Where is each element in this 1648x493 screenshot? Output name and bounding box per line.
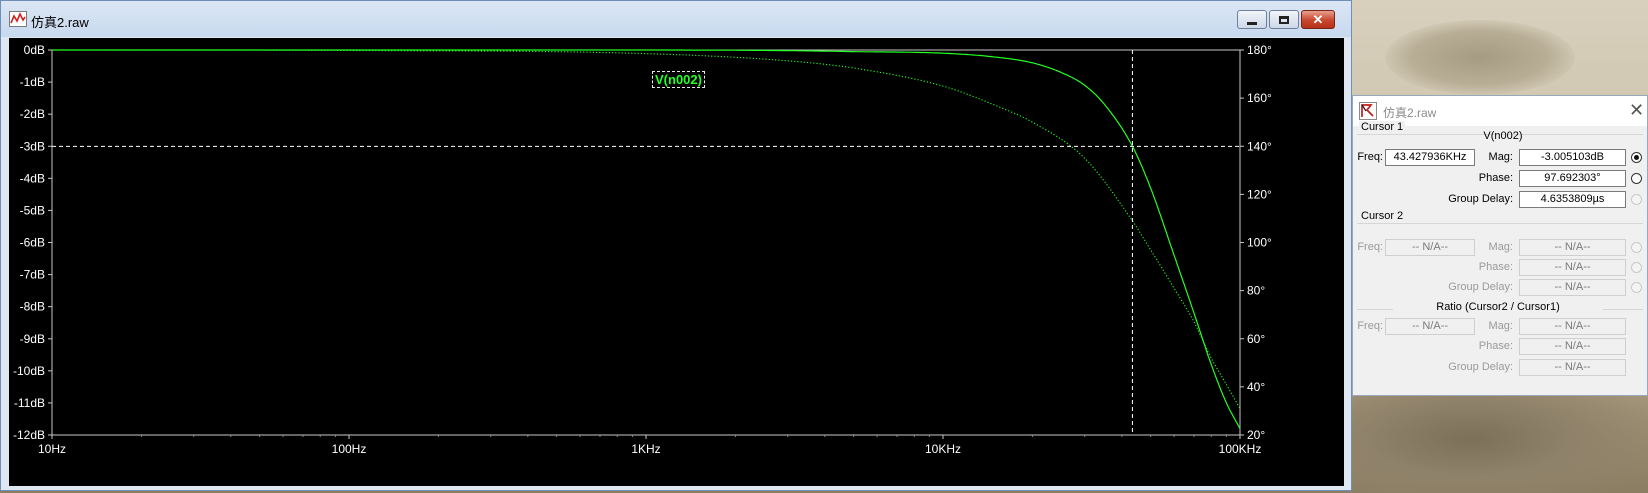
y-left-tick-label: -2dB [20, 107, 45, 121]
ratio-mag-field[interactable]: -- N/A-- [1519, 318, 1626, 335]
window-titlebar[interactable]: 仿真2.raw ✕ [1, 1, 1351, 37]
ratio-phase-field[interactable]: -- N/A-- [1519, 338, 1626, 355]
cursor1-phase-label: Phase: [1478, 172, 1513, 184]
cursor1-group-delay-radio[interactable] [1631, 194, 1642, 205]
phase-trace[interactable] [52, 49, 1241, 409]
dialog-title: 仿真2.raw [1383, 106, 1437, 120]
y-right-tick-label: 160° [1247, 91, 1272, 105]
x-tick-label: 100Hz [332, 442, 367, 456]
y-right-tick-label: 120° [1247, 187, 1272, 201]
cursor1-mag-field[interactable]: -3.005103dB [1519, 149, 1626, 166]
cursor2-phase-radio[interactable] [1631, 262, 1642, 273]
y-left-tick-label: -8dB [20, 300, 45, 314]
minimize-button[interactable] [1237, 10, 1267, 29]
cursor1-trace-name: V(n002) [1483, 130, 1523, 142]
y-right-tick-label: 40° [1247, 380, 1265, 394]
cursor1-mag-label: Mag: [1488, 151, 1513, 163]
y-right-tick-label: 20° [1247, 428, 1265, 442]
y-left-tick-label: -6dB [20, 236, 45, 250]
cursor2-group-delay-field[interactable]: -- N/A-- [1519, 279, 1626, 296]
cursor2-group [1357, 223, 1643, 224]
cursor2-phase-field[interactable]: -- N/A-- [1519, 259, 1626, 276]
cursor-app-icon [1359, 102, 1377, 120]
wallpaper-pattern [1350, 395, 1648, 493]
y-left-tick-label: -9dB [20, 332, 45, 346]
window-title: 仿真2.raw [31, 15, 89, 30]
y-left-tick-label: -10dB [13, 364, 45, 378]
ratio-group-label: Ratio (Cursor2 / Cursor1) [1393, 301, 1603, 313]
magnitude-trace[interactable] [52, 49, 1241, 429]
cursor1-group-label: Cursor 1 [1359, 121, 1406, 133]
y-right-tick-label: 180° [1247, 43, 1272, 57]
ratio-mag-label: Mag: [1488, 320, 1513, 332]
ratio-freq-field[interactable]: -- N/A-- [1385, 318, 1475, 335]
waveform-app-icon [9, 11, 27, 27]
wallpaper-pattern [1385, 20, 1575, 95]
waveform-window[interactable]: 仿真2.raw ✕ 0dB -1dB -2dB -3dB -4dB -5dB -6dB -7d… [0, 0, 1352, 491]
y-right-tick-label: 80° [1247, 284, 1265, 298]
y-left-tick-label: -11dB [14, 396, 45, 410]
y-left-tick-label: -5dB [20, 203, 45, 217]
y-right-tick-label: 140° [1247, 139, 1272, 153]
cursor1-phase-field[interactable]: 97.692303° [1519, 170, 1626, 187]
cursor2-freq-field[interactable]: -- N/A-- [1385, 239, 1475, 256]
x-tick-label: 100KHz [1219, 442, 1262, 456]
minimize-icon [1247, 21, 1257, 25]
cursor-dialog[interactable]: 仿真2.raw ✕ Cursor 1 V(n002) Freq: 43.4279… [1352, 95, 1648, 396]
cursor2-mag-radio[interactable] [1631, 242, 1642, 253]
cursor2-mag-label: Mag: [1488, 241, 1513, 253]
y-right-tick-label: 60° [1247, 332, 1265, 346]
x-tick-label: 10Hz [38, 442, 66, 456]
cursor1-mag-radio[interactable] [1631, 152, 1642, 163]
ratio-group-delay-label: Group Delay: [1448, 361, 1513, 373]
plot-panel[interactable]: 0dB -1dB -2dB -3dB -4dB -5dB -6dB -7dB -8dB -9dB -… [9, 38, 1344, 486]
cursor1-phase-radio[interactable] [1631, 173, 1642, 184]
ratio-group-delay-field[interactable]: -- N/A-- [1519, 359, 1626, 376]
y-left-tick-label: -12dB [13, 428, 45, 442]
x-tick-label: 10KHz [925, 442, 961, 456]
cursor1-freq-field[interactable]: 43.427936KHz [1385, 149, 1475, 166]
close-button[interactable]: ✕ [1301, 10, 1335, 29]
bode-plot[interactable]: 0dB -1dB -2dB -3dB -4dB -5dB -6dB -7dB -8dB -9dB -… [9, 38, 1344, 486]
cursor2-freq-label: Freq: [1357, 241, 1383, 253]
y-left-tick-label: -7dB [20, 268, 45, 282]
cursor2-mag-field[interactable]: -- N/A-- [1519, 239, 1626, 256]
cursor2-group-label: Cursor 2 [1359, 210, 1406, 222]
ratio-freq-label: Freq: [1357, 320, 1383, 332]
maximize-button[interactable] [1269, 10, 1299, 29]
cursor1-group-delay-label: Group Delay: [1448, 193, 1513, 205]
cursor1-group-delay-field[interactable]: 4.6353809µs [1519, 191, 1626, 208]
cursor2-phase-label: Phase: [1478, 261, 1513, 273]
close-icon: ✕ [1312, 12, 1324, 27]
x-tick-label: 1KHz [631, 442, 660, 456]
y-left-tick-label: -1dB [20, 75, 45, 89]
y-left-tick-label: -4dB [20, 171, 45, 185]
ratio-phase-label: Phase: [1478, 340, 1513, 352]
trace-label[interactable]: V(n002) [652, 71, 705, 88]
maximize-icon [1279, 15, 1289, 24]
y-right-tick-label: 100° [1247, 236, 1272, 250]
dialog-close-icon[interactable]: ✕ [1629, 100, 1644, 121]
plot-frame [51, 49, 1241, 436]
cursor2-group-delay-radio[interactable] [1631, 282, 1642, 293]
y-left-tick-label: 0dB [24, 43, 45, 57]
y-left-tick-label: -3dB [20, 139, 45, 153]
cursor1-freq-label: Freq: [1357, 151, 1383, 163]
cursor2-group-delay-label: Group Delay: [1448, 281, 1513, 293]
